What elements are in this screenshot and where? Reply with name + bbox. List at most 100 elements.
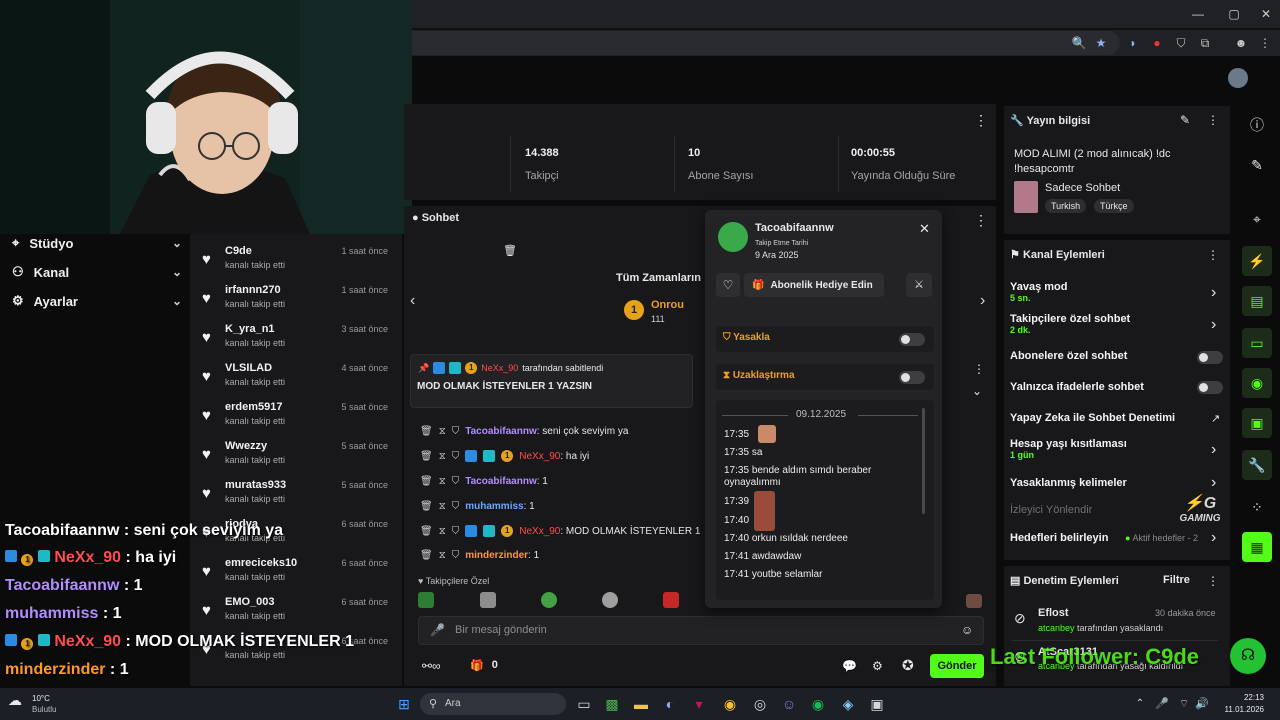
mod-button[interactable]: ⚔ — [906, 273, 932, 297]
close-window-icon[interactable]: ✕ — [1254, 4, 1278, 24]
emoji-icon[interactable]: ☺ — [961, 623, 973, 637]
chevron-right-icon[interactable]: › — [1211, 441, 1216, 459]
clock-date[interactable]: 11.01.2026 — [1212, 705, 1264, 714]
emotes-only-toggle[interactable] — [1197, 381, 1223, 394]
mod-tools-icon[interactable]: ✪ — [902, 657, 914, 674]
delete-icon[interactable]: 🗑 — [420, 451, 433, 462]
apps-icon[interactable]: ⁘ — [1242, 492, 1272, 522]
user-card-username[interactable]: Tacoabifaannw — [755, 222, 834, 234]
mod-actions-menu-icon[interactable]: ⋮ — [1207, 574, 1219, 588]
delete-icon[interactable]: 🗑 — [420, 526, 433, 537]
wifi-icon[interactable]: ⌔ — [1174, 694, 1194, 714]
chevron-left-icon[interactable]: ‹ — [410, 292, 415, 310]
channel-actions-menu-icon[interactable]: ⋮ — [1207, 248, 1219, 262]
spotify-icon[interactable]: ◉ — [808, 694, 828, 714]
broadcast-icon[interactable]: ◉ — [1242, 368, 1272, 398]
chat-username[interactable]: muhammiss — [465, 501, 523, 512]
close-icon[interactable]: ✕ — [919, 221, 930, 237]
follower-name[interactable]: EMO_003 — [225, 596, 275, 608]
chat-message[interactable]: 🗑 ⧖ ⛉ Tacoabifaannw: 1 — [420, 472, 548, 490]
chrome-icon[interactable]: ◉ — [720, 694, 740, 714]
delete-icon[interactable]: 🗑 — [420, 550, 433, 561]
ban-icon[interactable]: ⛉ — [452, 550, 460, 561]
timeout-icon[interactable]: ⧖ — [439, 476, 446, 487]
delete-icon[interactable]: 🗑 — [420, 501, 433, 512]
pencil-icon[interactable]: ✎ — [1242, 150, 1272, 180]
emote-icon[interactable] — [541, 592, 557, 608]
volume-icon[interactable]: 🔊 — [1192, 694, 1212, 714]
profile-icon[interactable]: ☻ — [1232, 34, 1250, 52]
send-button[interactable]: Gönder — [930, 654, 984, 678]
chevron-down-icon[interactable]: ⌄ — [972, 384, 982, 398]
follower-name[interactable]: VLSILAD — [225, 362, 272, 374]
pinned-by-user[interactable]: NeXx_90 — [481, 363, 518, 373]
ban-icon[interactable]: ⛉ — [452, 476, 460, 487]
subscribers-only-toggle[interactable] — [1197, 351, 1223, 364]
app-icon[interactable]: ▾ — [689, 694, 709, 714]
discord-icon[interactable]: ☺ — [779, 694, 799, 714]
ban-icon[interactable]: ⛉ — [452, 426, 460, 437]
stream-category[interactable]: Sadece Sohbet — [1045, 182, 1120, 194]
bookmark-star-icon[interactable]: ★ — [1092, 34, 1110, 52]
follower-name[interactable]: irfannn270 — [225, 284, 281, 296]
nav-item-settings[interactable]: ⚙ Ayarlar ⌄ — [12, 289, 182, 313]
trash-icon[interactable]: 🗑 — [503, 244, 517, 257]
taskbar-search[interactable] — [420, 693, 566, 715]
user-avatar[interactable] — [1228, 68, 1248, 88]
follower-name[interactable]: K_yra_n1 — [225, 323, 275, 335]
task-view-icon[interactable]: ▭ — [574, 694, 594, 714]
emote-icon[interactable] — [966, 594, 982, 608]
target-icon[interactable]: ⌖ — [1242, 204, 1272, 234]
gear-icon[interactable]: ⚙ — [872, 659, 883, 673]
steam-icon[interactable]: ◐ — [660, 694, 680, 714]
chat-message[interactable]: 🗑 ⧖ ⛉ muhammiss: 1 — [420, 497, 535, 515]
filter-button[interactable]: Filtre — [1163, 574, 1190, 586]
app-icon[interactable]: ◈ — [838, 694, 858, 714]
ai-moderation-label[interactable]: Yapay Zeka ile Sohbet Denetimi — [1010, 412, 1175, 424]
app-icon[interactable]: ◎ — [750, 694, 770, 714]
minimize-icon[interactable]: — — [1186, 4, 1210, 24]
slow-mode-row[interactable]: Yavaş mod 5 sn. — [1010, 281, 1067, 303]
wrench-icon[interactable]: 🔧 — [1242, 450, 1272, 480]
emote-icon[interactable] — [418, 592, 434, 608]
external-link-icon[interactable]: ↗ — [1211, 412, 1220, 425]
timeout-icon[interactable]: ⧖ — [439, 501, 446, 512]
nav-item-studio[interactable]: ⌖ Stüdyo ⌄ — [12, 231, 182, 255]
ban-toggle[interactable] — [899, 333, 925, 346]
follower-name[interactable]: muratas933 — [225, 479, 286, 491]
gift-subscription-button[interactable]: 🎁 Abonelik Hediye Edin — [744, 273, 884, 297]
windows-start-icon[interactable]: ⊞ — [394, 694, 414, 714]
followers-only-row[interactable]: Takipçilere özel sohbet 2 dk. — [1010, 313, 1130, 335]
chat-username[interactable]: minderzinder — [465, 550, 528, 561]
banned-words-label[interactable]: Yasaklanmış kelimeler — [1010, 477, 1127, 489]
chevron-right-icon[interactable]: › — [1211, 284, 1216, 302]
chevron-up-icon[interactable]: ⌃ — [1130, 694, 1150, 714]
file-explorer-icon[interactable]: ▬ — [631, 694, 651, 714]
ban-icon[interactable]: ⛉ — [452, 526, 460, 537]
mod-entry-user[interactable]: Eflost — [1038, 607, 1069, 619]
account-age-row[interactable]: Hesap yaşı kısıtlaması 1 gün — [1010, 438, 1127, 460]
info-icon[interactable]: ⓘ — [1242, 110, 1272, 140]
timeout-toggle[interactable] — [899, 371, 925, 384]
emote-icon[interactable] — [602, 592, 618, 608]
follower-name[interactable]: Wwezzy — [225, 440, 267, 452]
edit-pencil-icon[interactable]: ✎ — [1180, 113, 1190, 127]
delete-icon[interactable]: 🗑 — [420, 426, 433, 437]
follower-name[interactable]: C9de — [225, 245, 252, 257]
weather-icon[interactable]: ☁ — [8, 692, 22, 709]
stream-tag[interactable]: Türkçe — [1094, 199, 1134, 213]
timeout-icon[interactable]: ⧖ — [439, 426, 446, 437]
minecraft-icon[interactable]: ▩ — [602, 694, 622, 714]
goals-label[interactable]: Hedefleri belirleyin — [1010, 532, 1108, 544]
delete-icon[interactable]: 🗑 — [420, 476, 433, 487]
chat-menu-icon[interactable]: ⋮ — [974, 212, 988, 229]
nav-item-channel[interactable]: ⚇ Kanal ⌄ — [12, 260, 182, 284]
timeout-icon[interactable]: ⧖ — [439, 526, 446, 537]
follow-heart-button[interactable]: ♡ — [716, 273, 740, 297]
clock-time[interactable]: 22:13 — [1226, 693, 1264, 702]
follower-name[interactable]: emreciceks10 — [225, 557, 297, 569]
chat-username[interactable]: NeXx_90 — [519, 451, 560, 462]
add-widget-icon[interactable]: ▦ — [1242, 532, 1272, 562]
mod-entry-moderator[interactable]: atcanbey — [1038, 623, 1075, 633]
chat-bubble-icon[interactable]: ▭ — [1242, 328, 1272, 358]
